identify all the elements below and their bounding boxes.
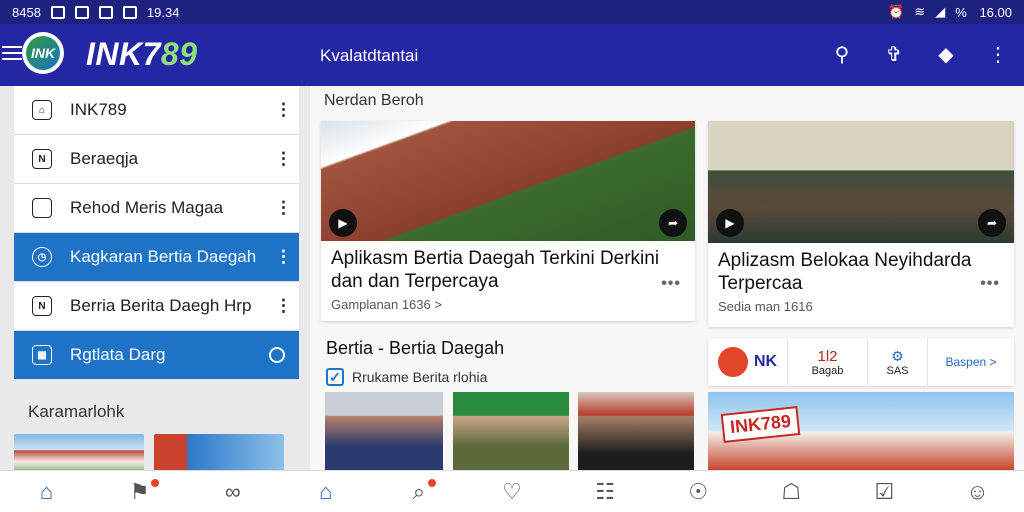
nav-home-icon[interactable]: ⌂ [0, 471, 93, 512]
brand-title: INK789 [86, 36, 198, 72]
news-card-title: Aplizasm Belokaa Neyihdarda Terpercaa [718, 250, 972, 294]
more-icon[interactable]: ⋮ [275, 198, 292, 218]
nav-heart-icon[interactable]: ♡ [465, 471, 558, 512]
clock: 16.00 [979, 4, 1012, 20]
more-icon[interactable]: ⋮ [275, 247, 292, 267]
news-card-meta: Gamplanan 1636 > [331, 297, 442, 312]
folder-icon [32, 198, 52, 218]
share-icon[interactable]: ➦ [978, 209, 1006, 237]
section-title: Nerdan Beroh [324, 92, 424, 109]
news-photo-woman[interactable] [325, 392, 443, 470]
bottom-nav: ⌂ ⚑ ∞ ⌂ ⌕ ♡ ☷ ☉ ☖ ☑ ☺ [0, 470, 1024, 512]
promo-strip[interactable]: NK 1l2 Bagab ⚙ SAS Baspen > [708, 338, 1014, 386]
search-icon[interactable]: ⚲ [828, 40, 856, 68]
radio-icon[interactable] [269, 347, 285, 363]
status-icon [98, 5, 113, 19]
home-icon: ⌂ [32, 100, 52, 120]
banner-sign: INK789 [720, 406, 801, 443]
news-image-roof: ▶ ➦ [321, 121, 695, 241]
wifi-icon: ≋ [914, 4, 926, 19]
nav-book-icon[interactable]: ☷ [559, 471, 652, 512]
status-bar: 8458 19.34 ⏰ ≋ ◢ % 16.00 [0, 0, 1024, 24]
chat-icon[interactable]: ◆ [932, 40, 960, 68]
nav-share-icon[interactable]: ∞ [186, 471, 279, 512]
grid-icon: ▦ [32, 345, 52, 365]
promo-cell-1[interactable]: NK [708, 338, 788, 386]
play-icon[interactable]: ▶ [716, 209, 744, 237]
section-heading: Bertia - Bertia Daegah [326, 338, 505, 358]
pin-icon[interactable]: ✞ [880, 40, 908, 68]
status-icon [74, 5, 89, 19]
share-icon[interactable]: ➦ [659, 209, 687, 237]
alarm-icon: ⏰ [888, 4, 905, 19]
status-icon [50, 5, 65, 19]
nav-search-icon[interactable]: ⌕ [372, 471, 465, 512]
sidebar-item-6[interactable]: ▦ Rgtlata Darg [14, 331, 299, 380]
news-photo-man[interactable] [578, 392, 694, 470]
checkbox[interactable]: ✓ [326, 368, 344, 386]
more-vert-icon[interactable]: ⋮ [984, 40, 1012, 68]
app-bar: INK INK789 Kvalatdtantai ⚲ ✞ ◆ ⋮ [0, 24, 1024, 86]
news-card-title: Aplikasm Bertia Daegah Terkini Derkini d… [331, 248, 660, 292]
nav-compass-icon[interactable]: ☉ [652, 471, 745, 512]
news-card-meta: Sedia man 1616 [718, 299, 813, 314]
appbar-subtitle: Kvalatdtantai [320, 46, 419, 65]
sidebar: ⌂ INK789 ⋮ N Beraeqja ⋮ Rehod Meris Maga… [14, 86, 299, 480]
news-card-2[interactable]: ▶ ➦ Aplizasm Belokaa Neyihdarda Terperca… [708, 121, 1014, 327]
more-icon[interactable]: ⋮ [275, 149, 292, 169]
sidebar-item-1[interactable]: ⌂ INK789 ⋮ [14, 86, 299, 135]
status-time-mid: 19.34 [146, 4, 180, 20]
more-icon[interactable]: ⋮ [275, 296, 292, 316]
status-left-text: 8458 [12, 4, 41, 20]
promo-cell-2[interactable]: 1l2 Bagab [788, 338, 868, 386]
nav-check-icon[interactable]: ☑ [838, 471, 931, 512]
news-card-1[interactable]: ▶ ➦ Aplikasm Bertia Daegah Terkini Derki… [321, 121, 695, 321]
clock-icon: ◷ [32, 247, 52, 267]
sidebar-item-2[interactable]: N Beraeqja ⋮ [14, 135, 299, 184]
gear-icon: ⚙ [891, 347, 904, 364]
brand-logo-icon [717, 347, 748, 377]
promo-cell-4[interactable]: Baspen > [928, 338, 1014, 386]
battery-text: % [955, 4, 970, 20]
signal-icon: ◢ [935, 4, 946, 19]
sidebar-item-5[interactable]: N Berria Berita Daegh Hrp ⋮ [14, 282, 299, 331]
nav-bank-icon[interactable]: ☖ [745, 471, 838, 512]
tag-icon: N [32, 149, 52, 169]
sidebar-item-3[interactable]: Rehod Meris Magaa ⋮ [14, 184, 299, 233]
main-content: Nerdan Beroh ▶ ➦ Aplikasm Bertia Daegah … [310, 86, 1024, 470]
sidebar-item-4[interactable]: ◷ Kagkaran Bertia Daegah ⋮ [14, 233, 299, 282]
book-icon: N [32, 296, 52, 316]
checkbox-label: Rrukame Berita rlohia [352, 369, 488, 385]
nav-notify-icon[interactable]: ⚑ [93, 471, 186, 512]
news-photo-officer[interactable] [453, 392, 569, 470]
status-icon [122, 5, 137, 19]
more-icon[interactable]: ⋮ [275, 100, 292, 120]
more-horizontal-icon[interactable]: ••• [661, 275, 681, 293]
news-image-people: ▶ ➦ [708, 121, 1014, 243]
menu-icon[interactable] [2, 42, 22, 66]
nav-home2-icon[interactable]: ⌂ [279, 471, 372, 512]
sidebar-section-title: Karamarlohk [28, 402, 125, 421]
play-icon[interactable]: ▶ [329, 209, 357, 237]
nav-person-icon[interactable]: ☺ [931, 471, 1024, 512]
promo-cell-3[interactable]: ⚙ SAS [868, 338, 928, 386]
promo-banner[interactable]: INK789 [708, 392, 1014, 470]
app-logo: INK [22, 32, 64, 74]
more-horizontal-icon[interactable]: ••• [980, 275, 1000, 293]
